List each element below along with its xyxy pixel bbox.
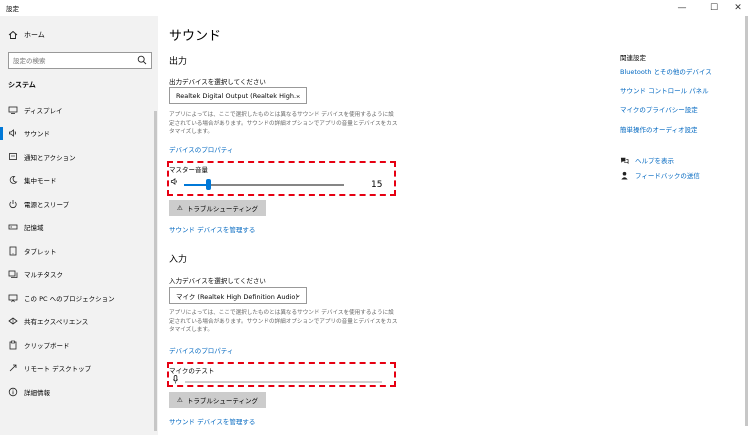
sidebar-item-sound[interactable]: サウンド xyxy=(0,122,158,146)
power-icon xyxy=(8,199,18,209)
info-icon xyxy=(8,387,18,397)
sidebar-item-info[interactable]: 詳細情報 xyxy=(0,380,158,404)
related-link-bluetooth[interactable]: Bluetooth とその他のデバイス xyxy=(620,66,712,76)
speaker-icon xyxy=(8,128,18,138)
troubleshoot-label: トラブルシューティング xyxy=(186,205,258,213)
output-heading: 出力 xyxy=(169,57,188,67)
sidebar-item-label: 電源とスリープ xyxy=(24,200,70,209)
display-icon xyxy=(8,105,18,115)
sidebar-item-remote[interactable]: リモート デスクトップ xyxy=(0,357,158,381)
input-troubleshoot-button[interactable]: ⚠ トラブルシューティング xyxy=(169,392,266,408)
search-box[interactable] xyxy=(8,52,152,69)
output-properties-link[interactable]: デバイスのプロパティ xyxy=(169,144,233,154)
sidebar-item-clipboard[interactable]: クリップボード xyxy=(0,333,158,357)
chevron-down-icon: ⌄ xyxy=(295,91,301,99)
help-link[interactable]: ヘルプを表示 xyxy=(620,155,674,165)
sidebar-item-label: リモート デスクトップ xyxy=(24,365,92,374)
sidebar-item-label: 共有エクスペリエンス xyxy=(24,318,89,327)
related-link-audio-accessibility[interactable]: 簡単操作のオーディオ設定 xyxy=(620,124,698,134)
main-content: サウンド 出力 出力デバイスを選択してください Realtek Digital … xyxy=(158,16,750,435)
sidebar-item-label: この PC へのプロジェクション xyxy=(24,294,115,303)
output-manage-link[interactable]: サウンド デバイスを管理する xyxy=(169,224,255,234)
master-volume-value: 15 xyxy=(371,180,383,190)
input-heading: 入力 xyxy=(169,255,188,265)
sidebar-item-label: クリップボード xyxy=(24,341,70,350)
help-label: ヘルプを表示 xyxy=(635,157,674,165)
sidebar-section-title: システム xyxy=(8,81,36,89)
output-device-value: Realtek Digital Output (Realtek High... xyxy=(176,91,301,100)
shared-icon xyxy=(8,316,18,326)
input-select-label: 入力デバイスを選択してください xyxy=(169,277,266,285)
master-volume-thumb[interactable] xyxy=(205,179,211,190)
input-device-value: マイク (Realtek High Definition Audio) xyxy=(176,292,298,301)
search-icon[interactable] xyxy=(137,55,147,65)
sidebar-item-storage[interactable]: 記憶域 xyxy=(0,216,158,240)
feedback-link[interactable]: フィードバックの送信 xyxy=(620,170,700,180)
warning-icon: ⚠ xyxy=(177,204,183,212)
chevron-down-icon: ⌄ xyxy=(295,291,301,299)
sidebar-scrollbar[interactable] xyxy=(154,111,157,431)
master-volume-label: マスター音量 xyxy=(169,166,208,174)
search-input[interactable] xyxy=(9,53,135,68)
related-settings-title: 関連設定 xyxy=(620,54,646,62)
mic-test-label: マイクのテスト xyxy=(169,367,215,375)
sidebar-home[interactable]: ホーム xyxy=(8,30,45,40)
home-icon xyxy=(8,30,18,39)
clipboard-icon xyxy=(8,340,18,350)
storage-icon xyxy=(8,222,18,232)
sidebar-item-tablet[interactable]: タブレット xyxy=(0,239,158,263)
output-select-label: 出力デバイスを選択してください xyxy=(169,78,266,86)
title-bar: 設定 — ☐ ✕ xyxy=(0,0,750,16)
sidebar-item-notifications[interactable]: 通知とアクション xyxy=(0,145,158,169)
output-description: アプリによっては、ここで選択したものとは異なるサウンド デバイスを使用するように… xyxy=(169,112,398,135)
sidebar-item-power[interactable]: 電源とスリープ xyxy=(0,192,158,216)
related-link-mic-privacy[interactable]: マイクのプライバシー設定 xyxy=(620,104,698,114)
remote-icon xyxy=(8,363,18,373)
sidebar-item-label: 集中モード xyxy=(24,177,57,186)
moon-icon xyxy=(8,175,18,185)
sidebar-item-projection[interactable]: この PC へのプロジェクション xyxy=(0,286,158,310)
master-volume-fill xyxy=(184,184,208,186)
output-device-select[interactable]: Realtek Digital Output (Realtek High... … xyxy=(169,87,307,104)
multitask-icon xyxy=(8,269,18,279)
sidebar-item-multitask[interactable]: マルチタスク xyxy=(0,263,158,287)
microphone-icon xyxy=(172,375,179,384)
mic-level-bar xyxy=(185,381,382,383)
sidebar-item-label: マルチタスク xyxy=(24,271,63,280)
sidebar-item-label: ディスプレイ xyxy=(24,106,63,115)
feedback-icon xyxy=(621,171,628,180)
sidebar-item-label: 通知とアクション xyxy=(24,153,76,162)
close-button[interactable]: ✕ xyxy=(726,0,750,16)
input-properties-link[interactable]: デバイスのプロパティ xyxy=(169,345,233,355)
minimize-button[interactable]: — xyxy=(670,0,694,16)
sidebar-item-focus[interactable]: 集中モード xyxy=(0,169,158,193)
sidebar-home-label: ホーム xyxy=(24,31,45,39)
sidebar-item-label: 記憶域 xyxy=(24,224,44,233)
sidebar-item-display[interactable]: ディスプレイ xyxy=(0,98,158,122)
notification-icon xyxy=(8,152,18,162)
input-device-select[interactable]: マイク (Realtek High Definition Audio) ⌄ xyxy=(169,287,307,304)
maximize-button[interactable]: ☐ xyxy=(702,0,726,16)
sidebar-item-label: タブレット xyxy=(24,247,57,256)
input-manage-link[interactable]: サウンド デバイスを管理する xyxy=(169,416,255,426)
troubleshoot-label: トラブルシューティング xyxy=(186,397,258,405)
feedback-label: フィードバックの送信 xyxy=(635,172,700,180)
related-link-sound-control-panel[interactable]: サウンド コントロール パネル xyxy=(620,85,709,95)
sidebar: ホーム システム ディスプレイ サウンド 通知とアクション 集中モード 電源とス… xyxy=(0,16,158,435)
projection-icon xyxy=(8,293,18,303)
page-title: サウンド xyxy=(169,29,222,44)
sidebar-item-label: サウンド xyxy=(24,130,50,139)
tablet-icon xyxy=(8,246,18,256)
sidebar-item-label: 詳細情報 xyxy=(24,388,50,397)
volume-speaker-icon[interactable] xyxy=(170,177,179,186)
output-troubleshoot-button[interactable]: ⚠ トラブルシューティング xyxy=(169,200,266,216)
help-icon xyxy=(620,157,629,164)
main-scrollbar[interactable] xyxy=(745,16,748,426)
sidebar-item-shared[interactable]: 共有エクスペリエンス xyxy=(0,310,158,334)
warning-icon: ⚠ xyxy=(177,396,183,404)
input-description: アプリによっては、ここで選択したものとは異なるサウンド デバイスを使用するように… xyxy=(169,310,398,333)
sidebar-list: ディスプレイ サウンド 通知とアクション 集中モード 電源とスリープ 記憶域 タ… xyxy=(0,98,158,404)
window-title: 設定 xyxy=(6,5,19,13)
